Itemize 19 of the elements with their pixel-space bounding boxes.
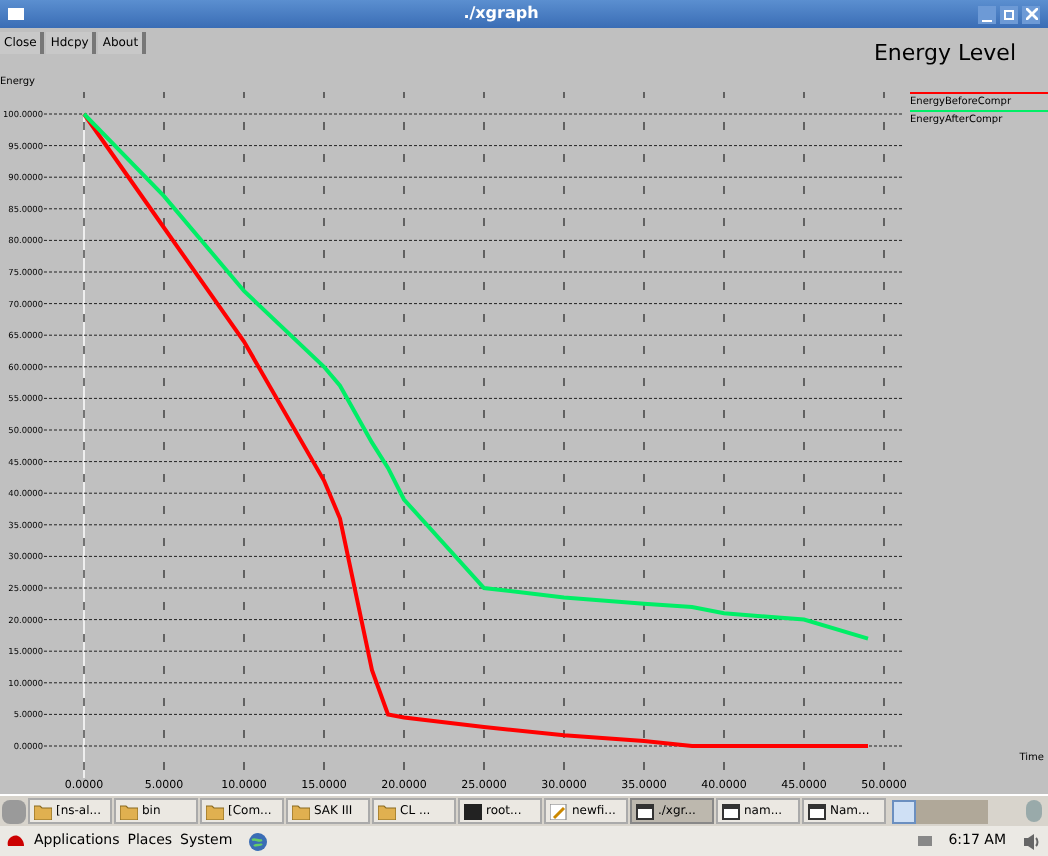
folder-icon xyxy=(378,803,396,819)
window-icon xyxy=(722,803,740,819)
window-icon xyxy=(636,803,654,819)
network-icon xyxy=(918,836,933,846)
folder-icon xyxy=(292,803,310,819)
globe-icon[interactable] xyxy=(248,831,269,851)
pencil-icon xyxy=(550,803,568,819)
plot-title: Energy Level xyxy=(873,38,1016,70)
folder-icon xyxy=(120,803,138,819)
window-title: ./xgraph xyxy=(461,2,541,26)
speaker-icon[interactable] xyxy=(1022,831,1042,851)
window-icon xyxy=(808,803,826,819)
close-icon[interactable] xyxy=(1022,5,1040,23)
folder-icon xyxy=(206,803,224,819)
workspace-switcher[interactable] xyxy=(892,799,988,823)
folder-icon xyxy=(34,803,52,819)
minimize-icon[interactable] xyxy=(978,5,996,23)
maximize-icon[interactable] xyxy=(1000,5,1018,23)
terminal-icon xyxy=(464,803,482,819)
